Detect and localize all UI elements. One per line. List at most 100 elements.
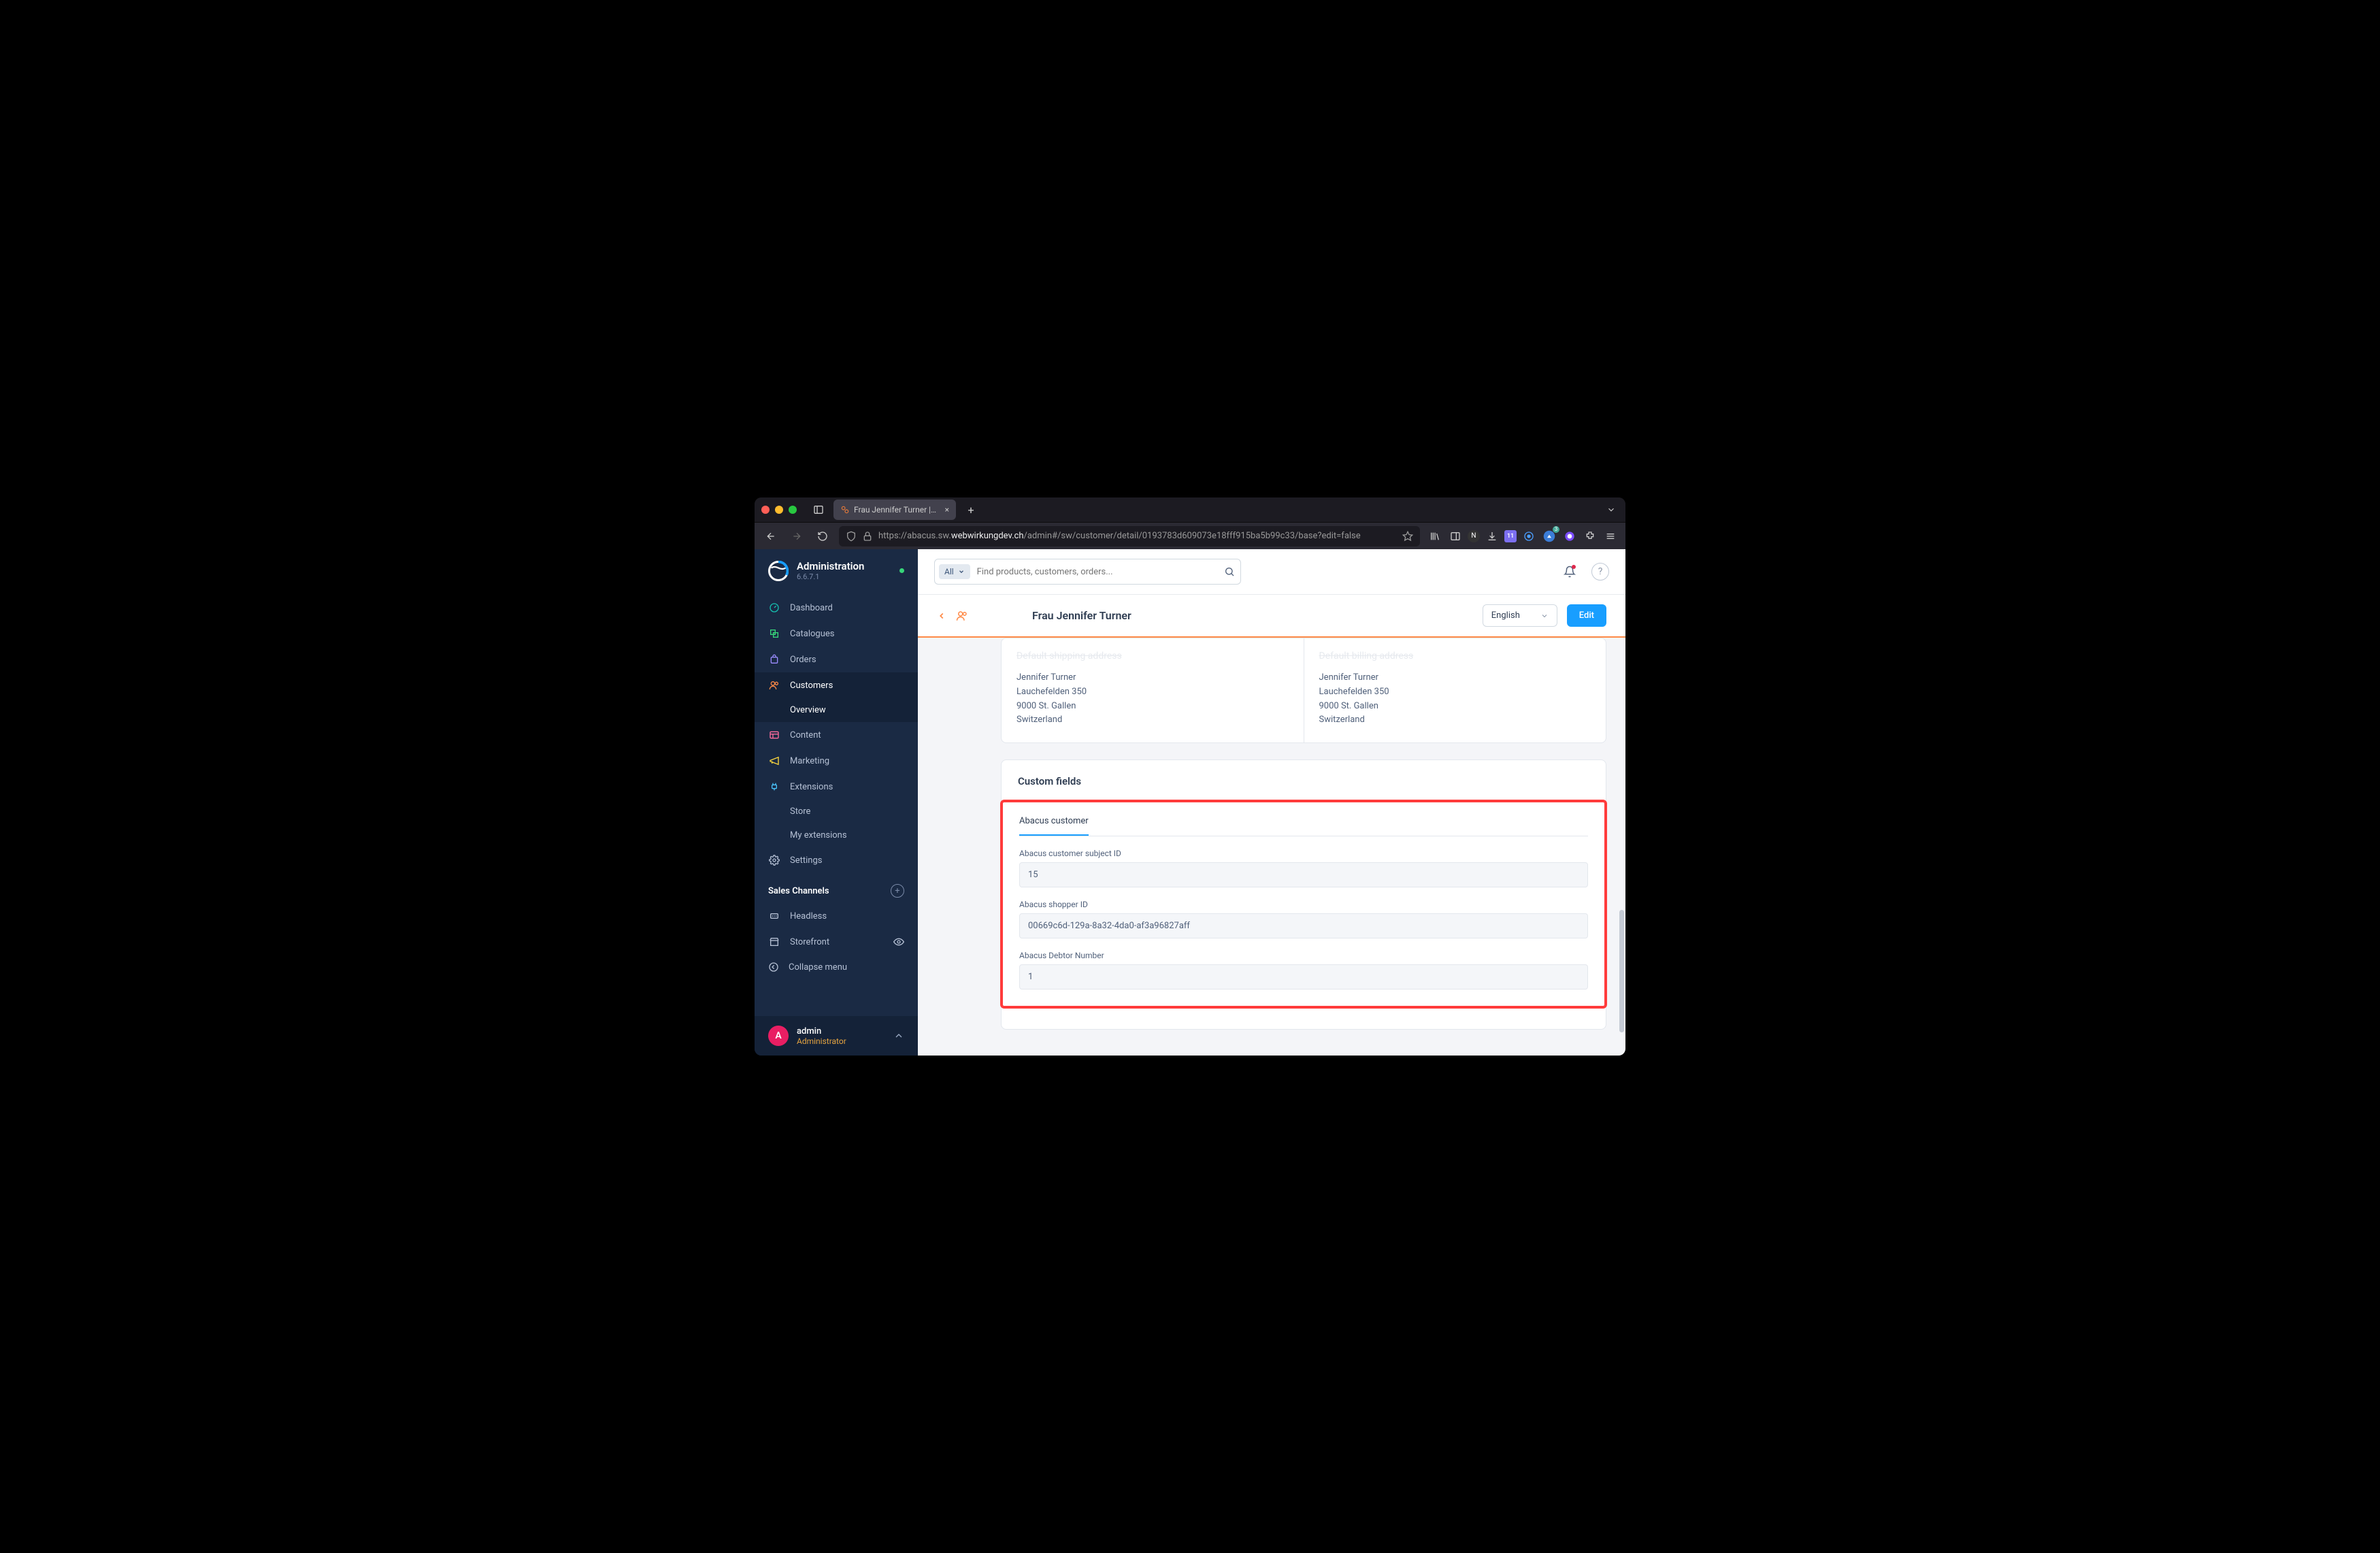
user-role: Administrator xyxy=(797,1036,885,1046)
sidebar-item-label: Marketing xyxy=(790,756,829,766)
addr-country: Switzerland xyxy=(1017,713,1289,728)
nav-back-button[interactable] xyxy=(761,527,780,546)
sidebar-toggle-icon[interactable] xyxy=(809,500,828,519)
chevron-down-icon xyxy=(1540,612,1549,620)
ext-badge-blue[interactable]: 3 xyxy=(1541,528,1557,544)
sidebar-item-marketing[interactable]: Marketing xyxy=(755,748,918,774)
tabs-dropdown-icon[interactable] xyxy=(1604,502,1619,517)
notifications-button[interactable] xyxy=(1559,561,1581,583)
search-bar[interactable]: All xyxy=(934,559,1241,585)
sidebar-version: 6.6.7.1 xyxy=(797,572,891,581)
bookmark-icon[interactable] xyxy=(1402,531,1413,542)
megaphone-icon xyxy=(768,755,780,767)
tab-close-icon[interactable]: × xyxy=(945,505,949,514)
field-shopper-id: Abacus shopper ID xyxy=(1019,900,1588,938)
tab-favicon-icon xyxy=(840,505,850,514)
search-filter-tag[interactable]: All xyxy=(939,564,970,579)
billing-address-card: Default billing address Jennifer Turner … xyxy=(1304,638,1606,742)
search-input[interactable] xyxy=(977,567,1224,577)
add-channel-button[interactable]: + xyxy=(891,884,904,898)
custom-fields-title: Custom fields xyxy=(1002,775,1606,800)
new-tab-button[interactable]: + xyxy=(961,500,980,519)
sidebar-item-catalogues[interactable]: Catalogues xyxy=(755,621,918,647)
sidebar-item-label: Store xyxy=(790,806,810,817)
bag-icon xyxy=(768,653,780,666)
scrollbar[interactable] xyxy=(1619,638,1624,1049)
tab-title: Frau Jennifer Turner | Customer xyxy=(854,505,938,514)
browser-nav-bar: https://abacus.sw.webwirkungdev.ch/admin… xyxy=(755,522,1625,549)
browser-tab[interactable]: Frau Jennifer Turner | Customer × xyxy=(833,500,956,520)
customers-context-icon[interactable] xyxy=(956,610,968,622)
nav-forward-button[interactable] xyxy=(787,527,806,546)
search-filter-label: All xyxy=(944,567,954,576)
sidebar-item-my-extensions[interactable]: My extensions xyxy=(755,823,918,847)
search-icon[interactable] xyxy=(1224,566,1235,577)
addr-zip-city: 9000 St. Gallen xyxy=(1017,700,1289,714)
sidebar-item-label: Settings xyxy=(790,855,822,866)
sidebar-item-label: Dashboard xyxy=(790,603,833,613)
url-bar[interactable]: https://abacus.sw.webwirkungdev.ch/admin… xyxy=(839,526,1420,546)
window-minimize[interactable] xyxy=(775,506,783,514)
ext-count-badge: 3 xyxy=(1553,526,1559,533)
topbar: All ? xyxy=(918,549,1625,595)
url-text: https://abacus.sw.webwirkungdev.ch/admin… xyxy=(878,531,1397,541)
language-label: English xyxy=(1491,610,1520,621)
help-button[interactable]: ? xyxy=(1591,563,1609,581)
edit-button[interactable]: Edit xyxy=(1567,604,1606,627)
back-button[interactable] xyxy=(937,611,946,621)
highlight-box: Abacus customer Abacus customer subject … xyxy=(1000,800,1607,1009)
sidebar-item-orders[interactable]: Orders xyxy=(755,647,918,672)
sidebar-item-extensions[interactable]: Extensions xyxy=(755,774,918,800)
addr-name: Jennifer Turner xyxy=(1017,671,1289,685)
menu-icon[interactable] xyxy=(1602,528,1619,544)
ext-n-icon[interactable]: N xyxy=(1468,530,1480,542)
sidebar-title: Administration xyxy=(797,560,891,572)
tab-abacus-customer[interactable]: Abacus customer xyxy=(1019,816,1089,836)
gear-icon xyxy=(768,854,780,866)
extensions-icon[interactable] xyxy=(1582,528,1598,544)
api-icon xyxy=(768,910,780,922)
sidebar-channel-headless[interactable]: Headless xyxy=(755,903,918,929)
sidebar-item-settings[interactable]: Settings xyxy=(755,847,918,873)
storefront-icon xyxy=(768,936,780,948)
nav-reload-button[interactable] xyxy=(813,527,832,546)
sidebar-nav: Dashboard Catalogues Orders Customers Ov… xyxy=(755,591,918,1016)
addr-zip-city: 9000 St. Gallen xyxy=(1319,700,1591,714)
library-icon[interactable] xyxy=(1427,528,1443,544)
field-input[interactable] xyxy=(1019,964,1588,990)
collapse-menu-button[interactable]: Collapse menu xyxy=(755,955,918,979)
sidebar-footer[interactable]: A admin Administrator xyxy=(755,1016,918,1056)
reader-icon[interactable] xyxy=(1447,528,1464,544)
field-debtor-number: Abacus Debtor Number xyxy=(1019,951,1588,990)
download-icon[interactable] xyxy=(1484,528,1500,544)
sidebar-item-content[interactable]: Content xyxy=(755,722,918,748)
window-close[interactable] xyxy=(761,506,770,514)
billing-title: Default billing address xyxy=(1319,651,1591,661)
ext-eye-icon[interactable] xyxy=(1521,528,1537,544)
eye-icon[interactable] xyxy=(893,936,904,947)
sidebar-item-label: Orders xyxy=(790,655,816,665)
field-input[interactable] xyxy=(1019,862,1588,887)
field-label: Abacus Debtor Number xyxy=(1019,951,1588,960)
sidebar-section-title: Sales Channels xyxy=(768,886,829,896)
lock-icon xyxy=(862,531,873,542)
sidebar-item-label: Customers xyxy=(790,681,833,691)
traffic-lights xyxy=(761,506,797,514)
sidebar-item-customers[interactable]: Customers xyxy=(755,672,918,698)
language-select[interactable]: English xyxy=(1483,604,1557,627)
ext-purple-circle-icon[interactable] xyxy=(1561,528,1578,544)
sidebar-item-overview[interactable]: Overview xyxy=(755,698,918,722)
ext-badge-purple[interactable]: 11 xyxy=(1504,530,1517,542)
sidebar-header: Administration 6.6.7.1 xyxy=(755,549,918,591)
sidebar-item-store[interactable]: Store xyxy=(755,800,918,823)
field-input[interactable] xyxy=(1019,913,1588,938)
addresses-card: Default shipping address Jennifer Turner… xyxy=(1001,638,1606,743)
window-maximize[interactable] xyxy=(789,506,797,514)
scrollbar-thumb[interactable] xyxy=(1619,910,1624,1032)
page-header: Frau Jennifer Turner English Edit xyxy=(918,595,1625,638)
sidebar-item-label: Content xyxy=(790,730,821,740)
sidebar-item-dashboard[interactable]: Dashboard xyxy=(755,595,918,621)
sidebar-item-label: Headless xyxy=(790,911,827,921)
sidebar-channel-storefront[interactable]: Storefront xyxy=(755,929,918,955)
extension-icons: N 11 3 xyxy=(1427,528,1619,544)
